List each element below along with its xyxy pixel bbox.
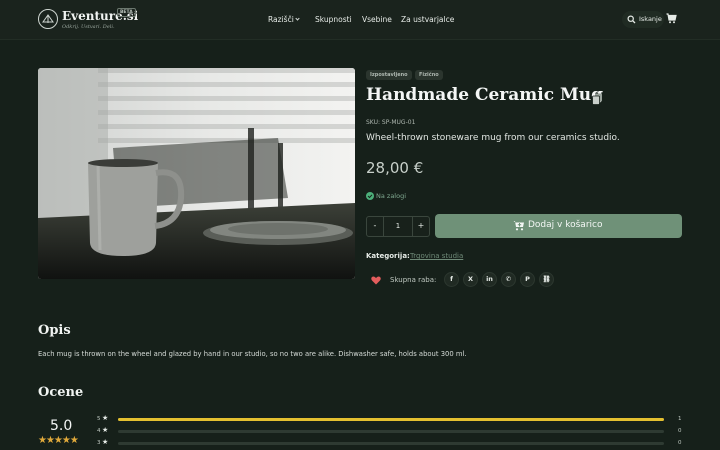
product-description: Wheel-thrown stoneware mug from our cera… — [366, 133, 620, 143]
nav-item-razisci[interactable]: Razišči — [268, 15, 294, 24]
add-to-cart-button[interactable]: Dodaj v košarico — [435, 214, 682, 238]
pinterest-icon: P — [525, 275, 530, 283]
site-header: Eventure.si Odkrij. Ustvari. Deli. BETA … — [0, 0, 720, 40]
search-icon — [627, 15, 636, 24]
description-text: Each mug is thrown on the wheel and glaz… — [38, 350, 467, 358]
product-title: Handmade Ceramic Mug — [366, 85, 604, 105]
rating-bar — [118, 418, 664, 421]
rating-row-label: 3 — [97, 440, 101, 446]
facebook-icon: f — [450, 275, 453, 283]
decrement-button[interactable]: - — [368, 221, 382, 230]
average-stars-icon: ★★★★★ — [38, 435, 79, 446]
star-icon: ★ — [102, 438, 109, 446]
copy-link-button[interactable]: ⛓ — [539, 272, 554, 287]
heart-icon[interactable] — [371, 276, 381, 285]
rating-bar — [118, 442, 664, 445]
rating-bar — [118, 430, 664, 433]
brand-tagline: Odkrij. Ustvari. Deli. — [62, 24, 115, 30]
increment-button[interactable]: + — [414, 221, 428, 230]
logo-icon[interactable] — [38, 9, 58, 29]
cart-icon[interactable] — [666, 13, 677, 24]
rating-row-label: 5 — [97, 416, 101, 422]
quantity-stepper: - 1 + — [366, 216, 430, 237]
chevron-down-icon[interactable] — [295, 16, 300, 21]
category-label: Kategorija: — [366, 252, 410, 260]
product-price: 28,00 € — [366, 159, 424, 177]
x-icon: X — [467, 275, 473, 283]
badge-physical: Fizično — [415, 70, 443, 80]
check-circle-icon — [366, 192, 374, 200]
description-heading: Opis — [38, 323, 71, 338]
rating-row-count: 0 — [678, 440, 682, 446]
badge-featured: Izpostavljeno — [366, 70, 412, 80]
rating-row-count: 1 — [678, 416, 682, 422]
average-rating: 5.0 — [50, 418, 73, 434]
linkedin-icon: in — [486, 275, 493, 283]
category-link[interactable]: Trgovina studia — [410, 252, 463, 260]
nav-item-skupnosti[interactable]: Skupnosti — [315, 15, 352, 24]
quantity-input[interactable]: 1 — [383, 217, 413, 236]
x-share-button[interactable]: X — [463, 272, 478, 287]
link-icon: ⛓ — [542, 275, 551, 283]
nav-item-za-ustvarjalce[interactable]: Za ustvarjalce — [401, 15, 454, 24]
beta-badge: BETA — [117, 8, 136, 17]
cart-plus-icon — [513, 221, 524, 231]
copy-icon[interactable] — [592, 93, 603, 105]
product-image[interactable] — [38, 68, 355, 279]
whatsapp-icon: ✆ — [505, 275, 512, 283]
search-label: Iskanje — [639, 15, 662, 23]
pinterest-share-button[interactable]: P — [520, 272, 535, 287]
whatsapp-share-button[interactable]: ✆ — [501, 272, 516, 287]
facebook-share-button[interactable]: f — [444, 272, 459, 287]
nav-item-vsebine[interactable]: Vsebine — [362, 15, 392, 24]
stock-status: Na zalogi — [376, 192, 407, 200]
linkedin-share-button[interactable]: in — [482, 272, 497, 287]
star-icon: ★ — [102, 414, 109, 422]
product-sku: SKU: SP-MUG-01 — [366, 119, 416, 126]
share-label: Skupna raba: — [390, 276, 437, 284]
search-button[interactable]: Iskanje — [622, 11, 664, 28]
add-to-cart-label: Dodaj v košarico — [528, 220, 603, 230]
rating-bar-fill — [118, 418, 664, 421]
star-icon: ★ — [102, 426, 109, 434]
ratings-heading: Ocene — [38, 385, 84, 400]
rating-row-count: 0 — [678, 428, 682, 434]
rating-row-label: 4 — [97, 428, 101, 434]
